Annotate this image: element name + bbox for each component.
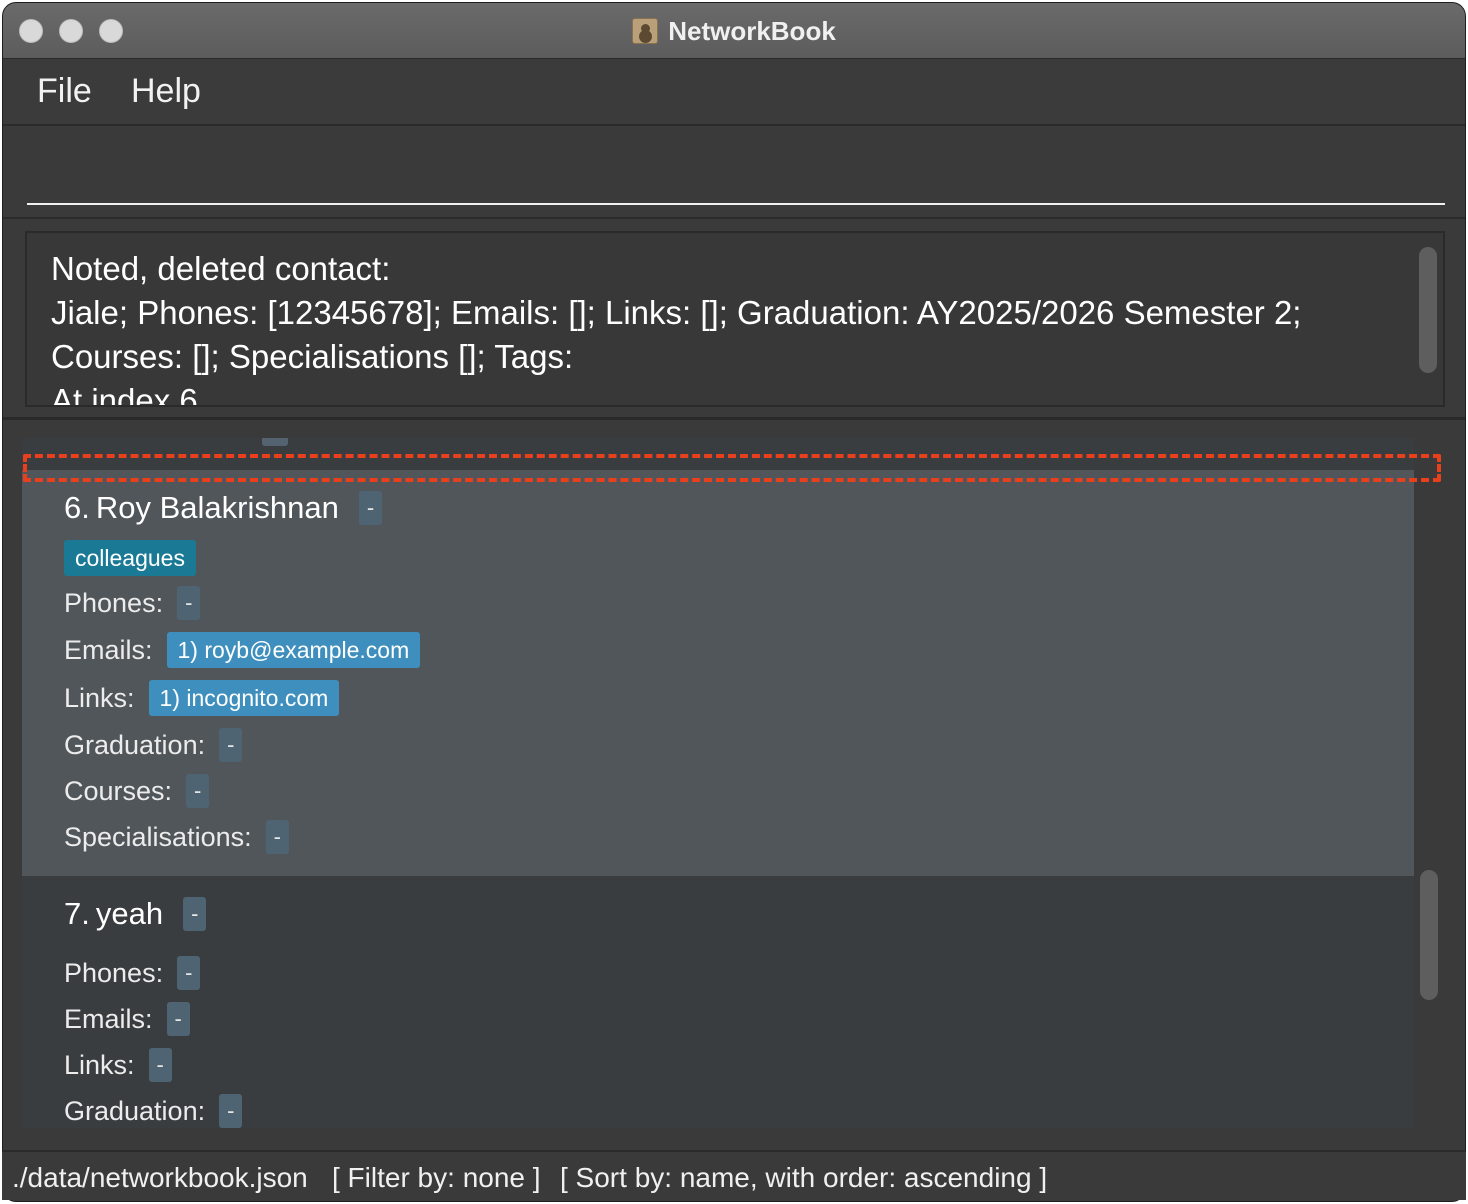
- contact-index: 7.: [64, 896, 90, 931]
- menu-bar: File Help: [3, 60, 1465, 126]
- menu-file[interactable]: File: [37, 72, 92, 111]
- command-box: [3, 127, 1465, 219]
- contact-card-selected[interactable]: 6. Roy Balakrishnan - colleagues Phones:…: [22, 470, 1414, 876]
- phones-value: -: [177, 956, 201, 990]
- graduation-value: -: [219, 1094, 243, 1128]
- emails-row: Emails: 1) royb@example.com: [64, 632, 421, 668]
- window-title: NetworkBook: [668, 15, 836, 46]
- phones-value: -: [177, 586, 201, 620]
- contact-name: Roy Balakrishnan: [95, 490, 339, 525]
- courses-value: -: [186, 774, 210, 808]
- status-sort: [ Sort by: name, with order: ascending ]: [560, 1162, 1048, 1193]
- link-chip[interactable]: 1) incognito.com: [148, 680, 340, 716]
- status-file-path: ./data/networkbook.json: [12, 1162, 308, 1193]
- divider: [3, 417, 1465, 420]
- graduation-row: Graduation: -: [64, 1094, 243, 1128]
- emails-row: Emails: -: [64, 1002, 190, 1036]
- title-bar: NetworkBook: [3, 3, 1465, 59]
- graduation-label: Graduation:: [64, 1095, 206, 1126]
- result-display: Noted, deleted contact: Jiale; Phones: […: [25, 231, 1445, 407]
- tag-chip: colleagues: [64, 540, 196, 576]
- phones-label: Phones:: [64, 957, 164, 988]
- phones-label: Phones:: [64, 587, 164, 618]
- emails-label: Emails:: [64, 1003, 153, 1034]
- phones-row: Phones: -: [64, 586, 201, 620]
- graduation-label: Graduation:: [64, 729, 206, 760]
- graduation-row: Graduation: -: [64, 728, 243, 762]
- title-group: NetworkBook: [3, 3, 1465, 59]
- status-bar: ./data/networkbook.json [ Filter by: non…: [2, 1150, 1466, 1200]
- contact-list[interactable]: 6. Roy Balakrishnan - colleagues Phones:…: [22, 438, 1414, 1128]
- emails-label: Emails:: [64, 634, 153, 665]
- graduation-value: -: [219, 728, 243, 762]
- list-scrollbar[interactable]: [1420, 870, 1438, 1000]
- contact-index: 6.: [64, 490, 90, 525]
- tags-row: colleagues: [64, 540, 196, 576]
- command-input[interactable]: [27, 147, 1445, 205]
- menu-help[interactable]: Help: [131, 72, 201, 111]
- phones-row: Phones: -: [64, 956, 201, 990]
- links-row: Links: -: [64, 1048, 172, 1082]
- status-filter: [ Filter by: none ]: [332, 1162, 541, 1193]
- links-row: Links: 1) incognito.com: [64, 680, 340, 716]
- contact-card[interactable]: 7. yeah - Phones: - Emails: - Links: - G…: [22, 876, 1414, 1128]
- links-label: Links:: [64, 682, 135, 713]
- emails-value: -: [166, 1002, 190, 1036]
- links-value: -: [148, 1048, 172, 1082]
- contact-name-badge: -: [183, 897, 207, 931]
- email-chip[interactable]: 1) royb@example.com: [166, 632, 421, 668]
- links-label: Links:: [64, 1049, 135, 1080]
- result-text: Noted, deleted contact: Jiale; Phones: […: [51, 250, 1302, 407]
- specialisations-value: -: [265, 820, 289, 854]
- courses-label: Courses:: [64, 775, 173, 806]
- contact-name: yeah: [95, 896, 164, 931]
- specialisations-row: Specialisations: -: [64, 820, 289, 854]
- partial-badge: [262, 438, 288, 446]
- contact-name-row: 6. Roy Balakrishnan -: [64, 490, 383, 526]
- dashed-highlight-box: [23, 454, 1441, 482]
- result-scrollbar[interactable]: [1419, 247, 1437, 373]
- courses-row: Courses: -: [64, 774, 210, 808]
- contact-name-badge: -: [358, 491, 383, 525]
- contact-name-row: 7. yeah -: [64, 896, 207, 932]
- address-book-icon: [632, 18, 659, 44]
- specialisations-label: Specialisations:: [64, 821, 252, 852]
